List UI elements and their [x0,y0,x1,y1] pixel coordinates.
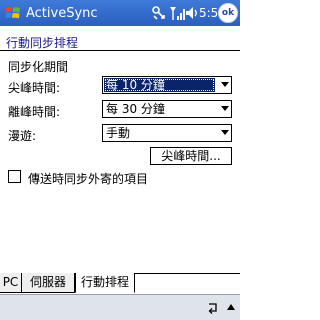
tab-mobile-schedule[interactable]: 行動排程 [75,273,135,293]
title-bar: ActiveSync 5:54 ok [0,0,240,26]
offpeak-time-label: 離峰時間: [8,105,61,119]
roaming-label: 漫遊: [8,129,37,143]
page-title-divider [0,50,240,51]
send-outgoing-checkbox[interactable] [8,170,21,183]
roaming-value: 手動 [106,126,131,140]
roaming-dropdown[interactable]: 手動 [102,124,232,142]
ok-button[interactable]: ok [218,3,238,23]
signal-icon[interactable] [169,5,185,21]
bottom-bar [0,294,240,320]
chevron-down-icon[interactable] [221,82,229,87]
peak-times-button[interactable]: 尖峰時間... [150,147,232,165]
peak-time-value: 每 10 分鐘 [104,78,215,92]
tab-server[interactable]: 伺服器 [22,273,75,293]
offpeak-time-dropdown[interactable]: 每 30 分鐘 [102,100,232,118]
chevron-up-icon[interactable] [225,298,237,318]
input-panel-icon[interactable] [207,301,219,315]
tab-pc[interactable]: PC [0,273,22,293]
app-title: ActiveSync [26,6,98,21]
peak-time-label: 尖峰時間: [8,81,61,95]
windows-start-icon[interactable] [4,4,22,22]
sync-connect-icon[interactable] [151,5,167,21]
page-title: 行動同步排程 [6,36,79,50]
offpeak-time-value: 每 30 分鐘 [106,102,165,116]
sync-period-label: 同步化期間 [8,60,69,74]
send-outgoing-label[interactable]: 傳送時同步外寄的項目 [28,170,148,187]
chevron-down-icon[interactable] [221,106,229,111]
volume-icon[interactable] [185,5,199,21]
chevron-down-icon[interactable] [221,130,229,135]
peak-time-dropdown[interactable]: 每 10 分鐘 [102,76,232,94]
